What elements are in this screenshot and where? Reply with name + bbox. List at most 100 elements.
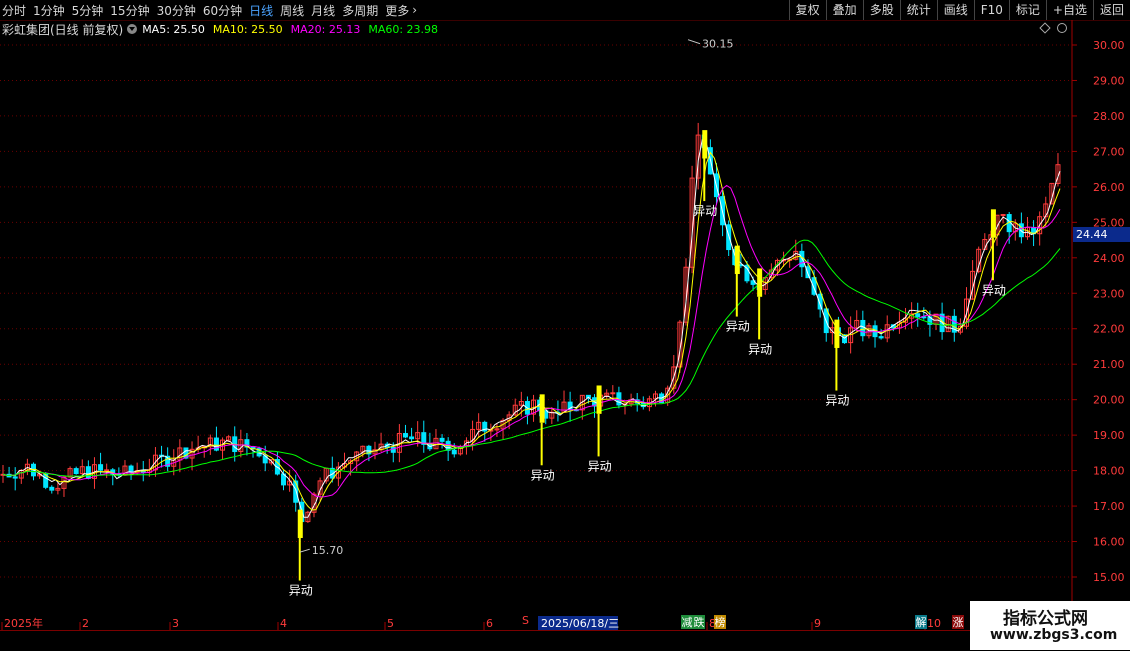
price-tick-label: 16.00	[1093, 536, 1125, 549]
candle-body	[915, 313, 921, 318]
cursor-date-label: 2025/06/18/三	[541, 617, 619, 630]
price-tick-label: 22.00	[1093, 323, 1125, 336]
signal-label: 异动	[748, 342, 772, 356]
candle-body	[12, 476, 18, 479]
toolbar-button-7[interactable]: +自选	[1045, 0, 1093, 20]
toolbar-button-8[interactable]: 返回	[1092, 0, 1130, 20]
high-price-label: 30.15	[702, 38, 734, 51]
price-tick-label: 30.00	[1093, 39, 1125, 52]
candle-body	[49, 486, 55, 491]
low-price-label: 15.70	[312, 544, 344, 557]
candles	[0, 122, 1061, 526]
event-tag[interactable]: 减	[682, 616, 693, 629]
toolbar-button-3[interactable]: 统计	[899, 0, 937, 20]
price-tick-label: 29.00	[1093, 74, 1125, 87]
candle-body	[402, 433, 408, 438]
candle-body	[293, 480, 299, 503]
price-tick-label: 21.00	[1093, 358, 1125, 371]
ma60-line	[2, 239, 1061, 477]
toolbar-button-2[interactable]: 多股	[862, 0, 900, 20]
price-tick-label: 27.00	[1093, 145, 1125, 158]
date-axis: 2025年23456789102025/06/18/三S减跌榜解涨	[1, 614, 964, 630]
event-tag[interactable]: 涨	[953, 616, 964, 629]
current-price-tag: 24.44	[1073, 227, 1130, 242]
date-axis-bar	[0, 630, 1130, 651]
event-marker-s[interactable]: S	[522, 614, 529, 627]
price-tick-label: 26.00	[1093, 181, 1125, 194]
signal-bar	[990, 209, 996, 238]
signal-bar	[734, 245, 740, 275]
candle-body	[98, 464, 104, 471]
candle-body	[610, 392, 616, 395]
toolbar-button-5[interactable]: F10	[973, 0, 1009, 20]
price-tick-label: 23.00	[1093, 287, 1125, 300]
top-toolbar: 分时 1分钟 5分钟 15分钟 30分钟 60分钟 日线 周线 月线 多周期 更多 › 复权 叠加 多股统…	[0, 0, 1130, 21]
event-tag[interactable]: 解	[916, 615, 927, 629]
period-tab-3[interactable]: 15分钟	[110, 2, 149, 19]
low-pointer	[299, 548, 310, 553]
date-label: 4	[280, 617, 287, 630]
signal-label: 异动	[726, 320, 750, 334]
price-tick-label: 15.00	[1093, 571, 1125, 584]
date-label: 2	[82, 617, 89, 630]
period-tab-6[interactable]: 日线	[249, 2, 273, 19]
period-tab-9[interactable]: 多周期	[342, 2, 378, 19]
watermark-logo: 指标公式网 www.zbgs3.com	[970, 601, 1130, 650]
period-tabs: 分时 1分钟 5分钟 15分钟 30分钟 60分钟 日线 周线 月线 多周期 更多 ›	[2, 0, 424, 20]
candle-body	[878, 336, 884, 339]
signal-bar	[702, 130, 708, 159]
price-axis: 30.0029.0028.0027.0026.0025.0024.0023.00…	[0, 39, 1125, 584]
signal-bar	[297, 509, 303, 538]
candle-body	[439, 437, 445, 442]
candle-body	[409, 436, 415, 440]
more-chevron-icon[interactable]: ›	[412, 3, 417, 17]
event-tag[interactable]: 跌	[694, 615, 705, 629]
date-label: 10	[927, 617, 941, 630]
price-tick-label: 24.00	[1093, 252, 1125, 265]
period-tab-10[interactable]: 更多	[385, 2, 409, 19]
signal-label: 异动	[825, 394, 849, 408]
watermark-title: 指标公式网	[1003, 609, 1088, 629]
signal-label: 异动	[588, 459, 612, 473]
period-tab-1[interactable]: 1分钟	[33, 2, 65, 19]
toolbar-button-6[interactable]: 标记	[1008, 0, 1046, 20]
period-tab-5[interactable]: 60分钟	[203, 2, 242, 19]
price-tick-label: 18.00	[1093, 465, 1125, 478]
signal-bar	[757, 268, 763, 297]
signal-bar	[596, 385, 602, 414]
date-label: 5	[387, 617, 394, 630]
period-tab-4[interactable]: 30分钟	[157, 2, 196, 19]
kline-chart[interactable]: 30.0029.0028.0027.0026.0025.0024.0023.00…	[0, 20, 1130, 630]
signal-label: 异动	[693, 204, 717, 218]
toolbar-button-4[interactable]: 画线	[936, 0, 974, 20]
candle-body	[1000, 214, 1006, 217]
watermark-url: www.zbgs3.com	[990, 627, 1118, 643]
signal-bar	[834, 319, 840, 348]
price-tick-label: 28.00	[1093, 110, 1125, 123]
period-tab-7[interactable]: 周线	[280, 2, 304, 19]
high-pointer	[687, 39, 701, 45]
candle-body	[451, 449, 457, 455]
price-tick-label: 19.00	[1093, 429, 1125, 442]
period-tab-2[interactable]: 5分钟	[72, 2, 104, 19]
candle-body	[128, 465, 134, 473]
toolbar-button-1[interactable]: 叠加	[825, 0, 863, 20]
signal-bar	[539, 394, 545, 423]
price-tick-label: 17.00	[1093, 500, 1125, 513]
signal-label: 异动	[289, 584, 313, 598]
toolbar-button-0[interactable]: 复权	[788, 0, 826, 20]
date-label: 6	[486, 617, 493, 630]
function-buttons: 复权 叠加 多股 统计 画线 F10 标记 +自选 返回	[788, 0, 1130, 20]
period-tab-0[interactable]: 分时	[2, 2, 26, 19]
candle-body	[104, 469, 110, 472]
signal-label: 异动	[982, 283, 1006, 297]
candle-body	[85, 466, 91, 479]
period-tab-8[interactable]: 月线	[311, 2, 335, 19]
event-tag[interactable]: 榜	[715, 615, 726, 629]
date-label: 9	[814, 617, 821, 630]
candle-body	[73, 468, 79, 475]
price-tick-label: 20.00	[1093, 394, 1125, 407]
signal-label: 异动	[531, 468, 555, 482]
candle-body	[726, 224, 732, 251]
date-label: 2025年	[4, 616, 43, 630]
